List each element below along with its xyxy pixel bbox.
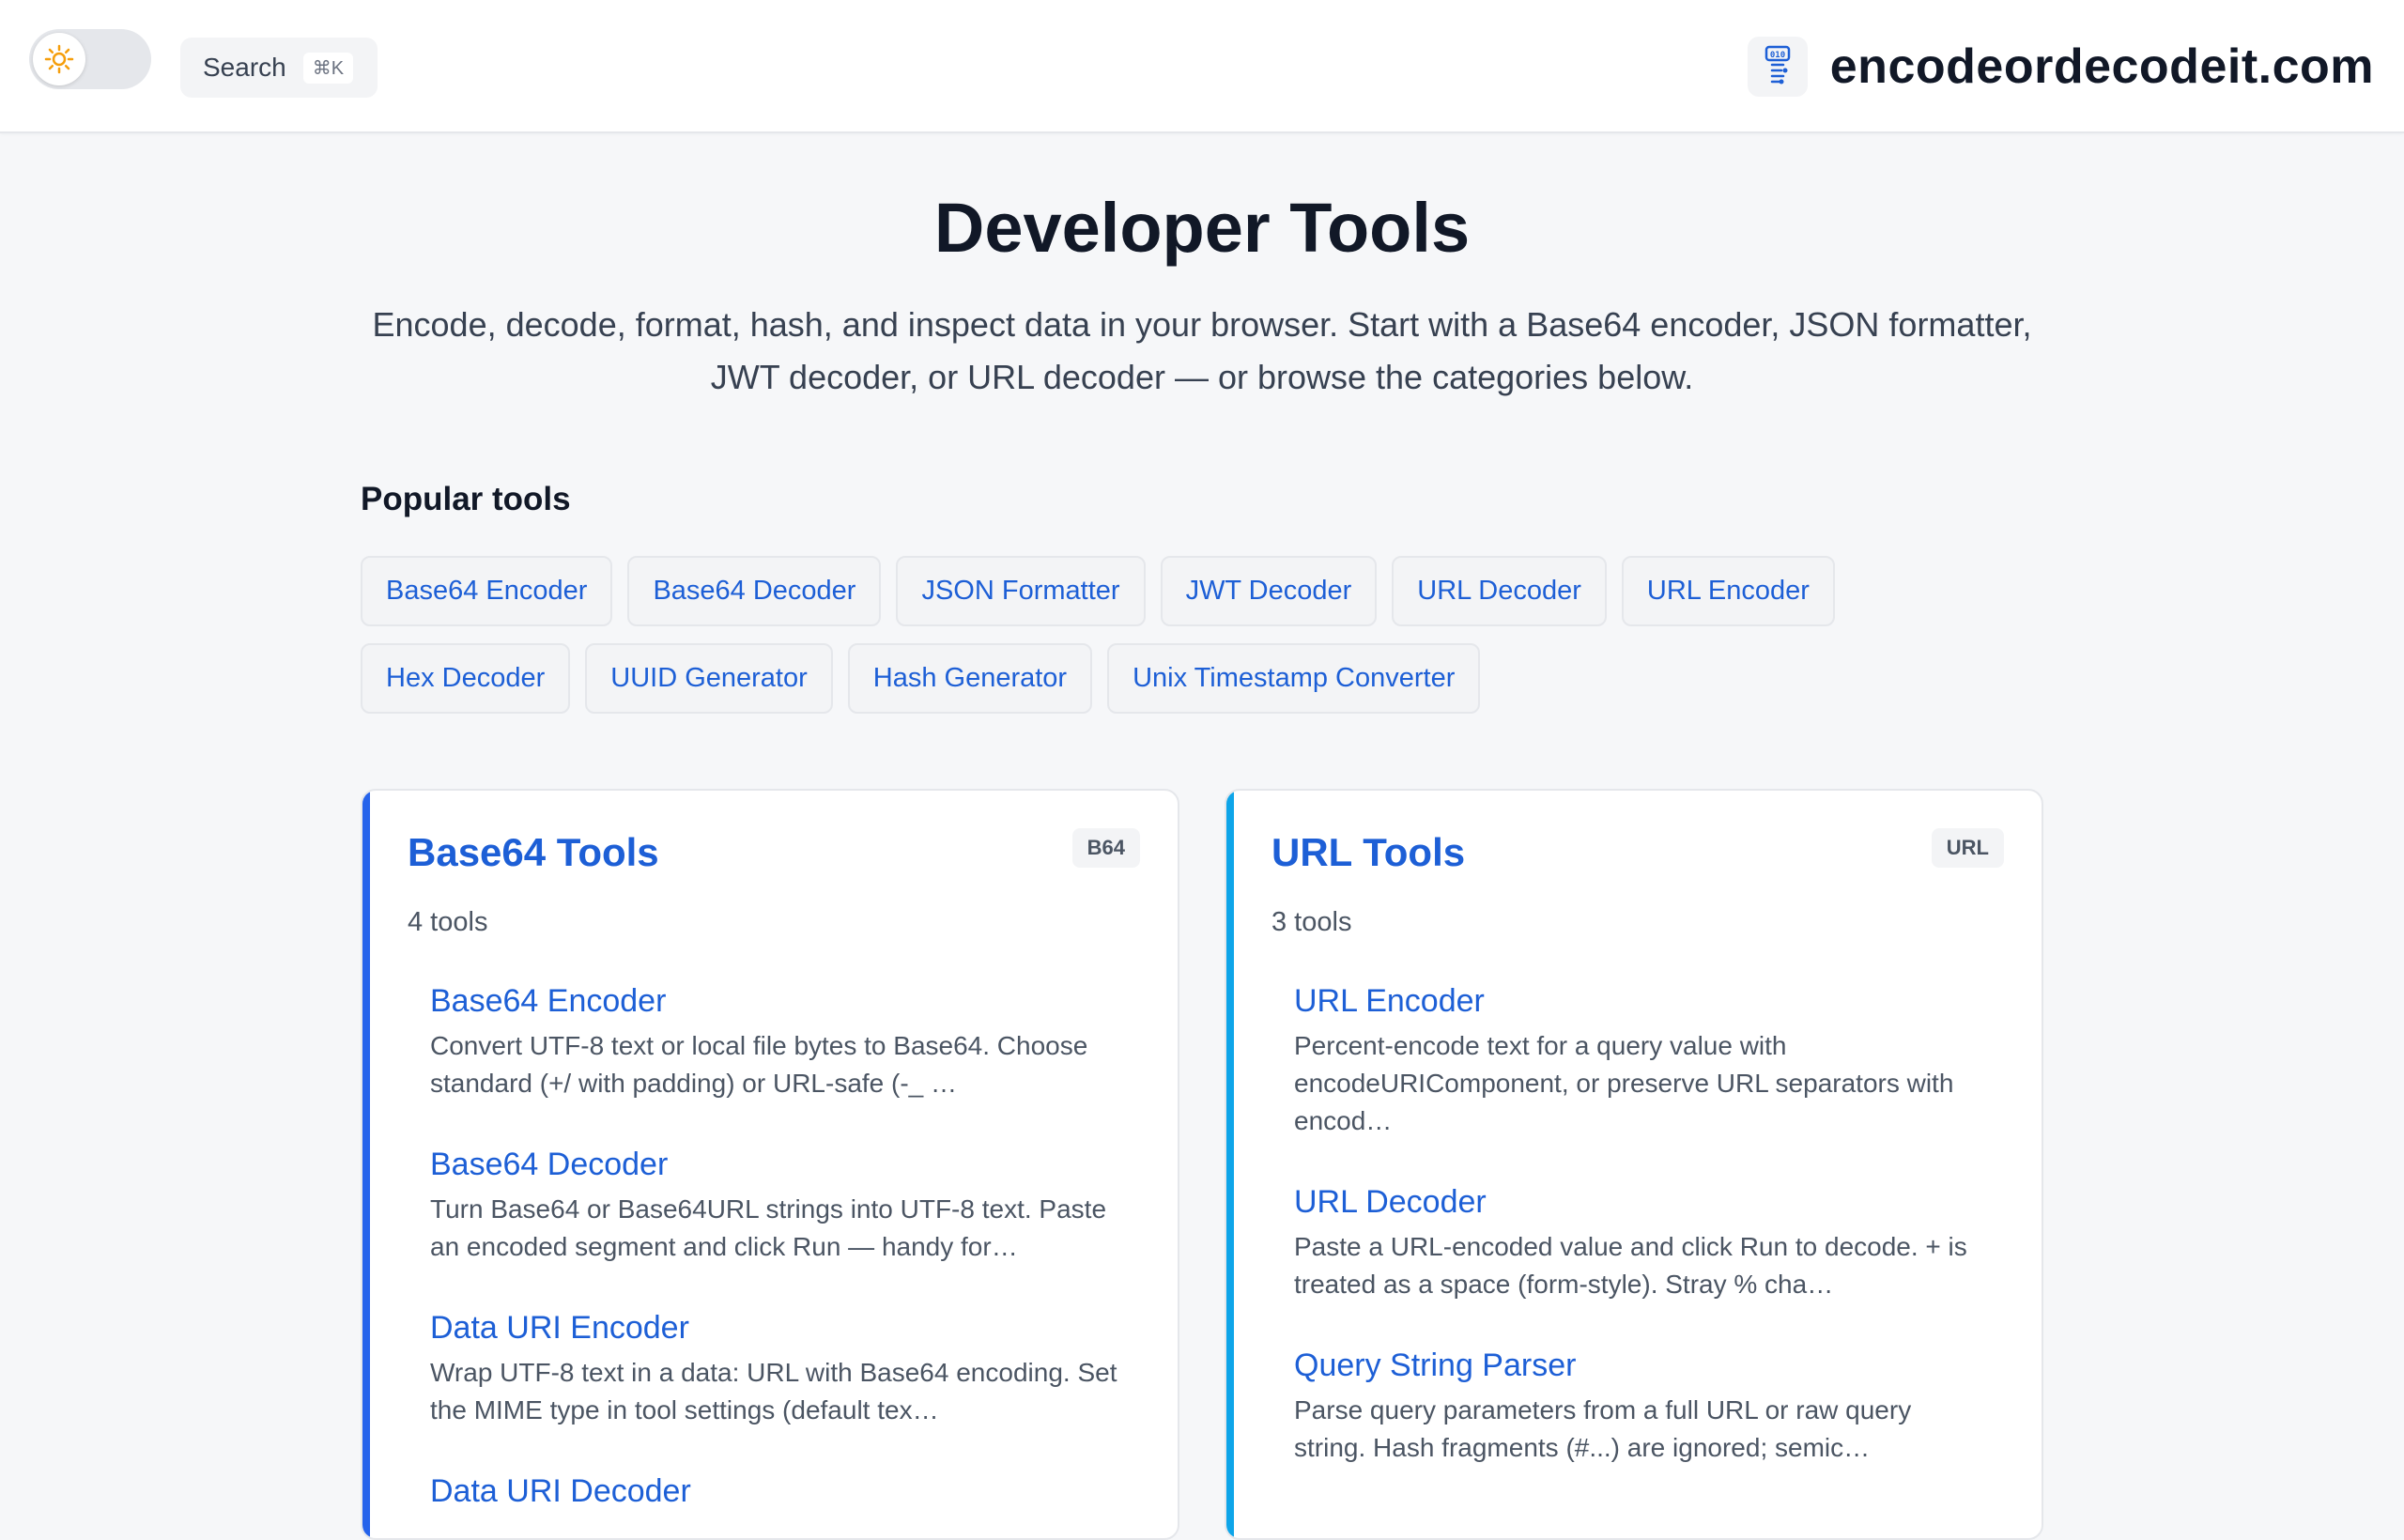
tool-description: Convert UTF-8 text or local file bytes t…	[430, 1031, 1088, 1098]
list-item: URL Decoder Paste a URL-encoded value an…	[1294, 1181, 1989, 1303]
binary-code-icon: 010	[1747, 37, 1808, 97]
card-accent-bar	[362, 791, 370, 1538]
tool-link[interactable]: URL Encoder	[1294, 983, 1485, 1019]
popular-tool-chip[interactable]: Unix Timestamp Converter	[1107, 643, 1481, 714]
popular-tool-chip[interactable]: JWT Decoder	[1160, 556, 1378, 626]
sun-icon	[33, 33, 85, 85]
tool-description: Paste a URL-encoded value and click Run …	[1294, 1232, 1967, 1299]
search-shortcut-badge: ⌘K	[302, 52, 354, 84]
tool-description: Parse query parameters from a full URL o…	[1294, 1395, 1912, 1462]
popular-tool-chip[interactable]: UUID Generator	[585, 643, 833, 714]
popular-tool-chip[interactable]: URL Encoder	[1621, 556, 1835, 626]
popular-tools-heading: Popular tools	[361, 481, 571, 517]
category-card-base64: Base64 Tools B64 4 tools Base64 Encoder …	[361, 789, 1179, 1540]
tool-list: Base64 Encoder Convert UTF-8 text or loc…	[430, 980, 1125, 1538]
tool-description: Wrap UTF-8 text in a data: URL with Base…	[430, 1358, 1117, 1424]
popular-tool-chip[interactable]: Base64 Encoder	[361, 556, 613, 626]
list-item: Query String Parser Parse query paramete…	[1294, 1345, 1989, 1467]
tool-link[interactable]: Base64 Decoder	[430, 1147, 668, 1182]
theme-toggle[interactable]	[29, 29, 151, 89]
page-subtitle: Encode, decode, format, hash, and inspec…	[372, 305, 2032, 396]
tool-link[interactable]: Data URI Encoder	[430, 1310, 689, 1346]
top-navigation-bar: Search ⌘K 010 encodeordecodeit.com	[0, 0, 2404, 133]
tool-list: URL Encoder Percent-encode text for a qu…	[1294, 980, 1989, 1508]
list-item: Data URI Encoder Wrap UTF-8 text in a da…	[430, 1307, 1125, 1429]
tool-link[interactable]: Data URI Decoder	[430, 1473, 691, 1509]
category-tool-count: 3 tools	[1271, 907, 1352, 937]
tool-link[interactable]: Base64 Encoder	[430, 983, 666, 1019]
list-item: URL Encoder Percent-encode text for a qu…	[1294, 980, 1989, 1140]
category-tool-count: 4 tools	[408, 907, 488, 937]
category-badge: B64	[1071, 828, 1140, 868]
category-title[interactable]: Base64 Tools	[408, 830, 659, 875]
tool-description: Percent-encode text for a query value wi…	[1294, 1031, 1954, 1135]
popular-tool-chip[interactable]: Hash Generator	[847, 643, 1093, 714]
list-item: Base64 Decoder Turn Base64 or Base64URL …	[430, 1144, 1125, 1266]
site-brand-link[interactable]: 010 encodeordecodeit.com	[1747, 34, 2374, 100]
svg-text:010: 010	[1770, 51, 1785, 60]
page-title: Developer Tools	[933, 189, 1471, 267]
popular-tools-list: Base64 Encoder Base64 Decoder JSON Forma…	[361, 556, 2051, 714]
popular-tool-chip[interactable]: Base64 Decoder	[627, 556, 882, 626]
list-item: Base64 Encoder Convert UTF-8 text or loc…	[430, 980, 1125, 1102]
list-item: Data URI Decoder	[430, 1471, 1125, 1512]
site-name: encodeordecodeit.com	[1829, 39, 2374, 94]
search-label: Search	[203, 53, 286, 82]
card-accent-bar	[1226, 791, 1234, 1538]
category-card-url: URL Tools URL 3 tools URL Encoder Percen…	[1225, 789, 2043, 1540]
tool-description: Turn Base64 or Base64URL strings into UT…	[430, 1194, 1107, 1261]
tool-link[interactable]: Query String Parser	[1294, 1348, 1576, 1383]
tool-link[interactable]: URL Decoder	[1294, 1184, 1487, 1220]
search-button[interactable]: Search ⌘K	[180, 38, 378, 98]
popular-tool-chip[interactable]: Hex Decoder	[361, 643, 571, 714]
category-badge: URL	[1931, 828, 2004, 868]
popular-tool-chip[interactable]: JSON Formatter	[896, 556, 1146, 626]
category-title[interactable]: URL Tools	[1271, 830, 1465, 875]
popular-tool-chip[interactable]: URL Decoder	[1392, 556, 1607, 626]
